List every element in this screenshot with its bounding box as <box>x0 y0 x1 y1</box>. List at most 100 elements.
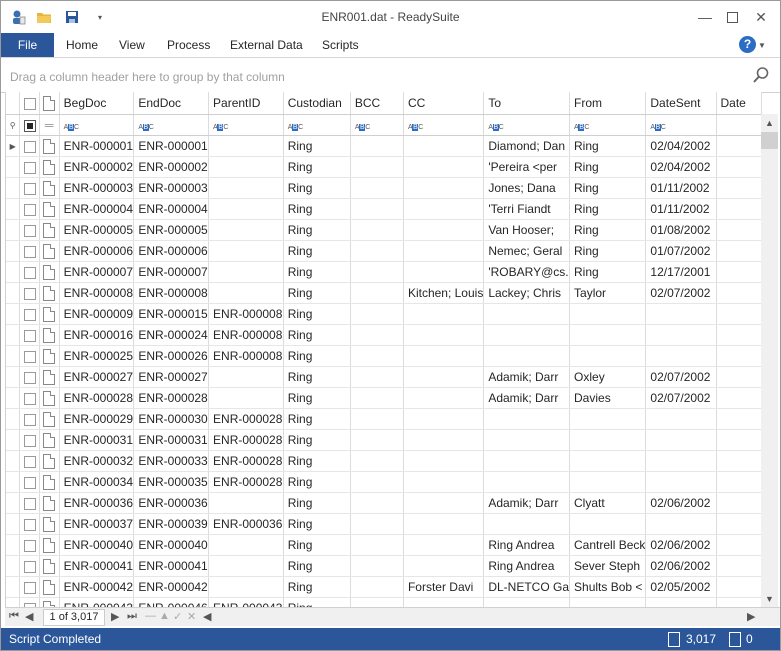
cell-enddoc[interactable]: ENR-000004 <box>133 198 210 220</box>
cell-enddoc[interactable]: ENR-000028 <box>133 387 210 409</box>
cell-begdoc[interactable]: ENR-000029 <box>59 408 135 430</box>
cell-date[interactable] <box>716 534 762 556</box>
table-row[interactable]: ENR-000040 ENR-000040 Ring Ring Andrea Cantr… <box>6 534 762 556</box>
scroll-down-icon[interactable]: ▼ <box>761 591 778 607</box>
cell-begdoc[interactable]: ENR-000031 <box>59 429 135 451</box>
last-record-icon[interactable]: ⏭ <box>127 610 137 623</box>
document-icon[interactable] <box>39 240 60 262</box>
cell-to[interactable]: DL-NETCO Ga <box>483 576 571 598</box>
cell-cc[interactable] <box>403 408 485 430</box>
cell-enddoc[interactable]: ENR-000005 <box>133 219 210 241</box>
select-all-checkbox[interactable] <box>19 92 40 115</box>
filter-cell-parentid[interactable]: ABC <box>208 114 284 136</box>
column-header-custodian[interactable]: Custodian <box>283 92 351 115</box>
cell-from[interactable] <box>569 324 647 346</box>
scroll-right-icon[interactable]: ▶ <box>747 610 755 623</box>
document-icon[interactable] <box>39 387 60 409</box>
cell-begdoc[interactable]: ENR-000034 <box>59 471 135 493</box>
cell-enddoc[interactable]: ENR-000033 <box>133 450 210 472</box>
document-icon[interactable] <box>39 198 60 220</box>
data-grid[interactable]: BegDoc EndDoc ParentID Custodian BCC CC … <box>5 92 762 607</box>
cell-date[interactable] <box>716 555 762 577</box>
tab-process[interactable]: Process <box>167 33 210 57</box>
row-checkbox[interactable] <box>19 282 40 304</box>
cell-cc[interactable] <box>403 366 485 388</box>
cell-to[interactable]: Ring Andrea <box>483 555 571 577</box>
cell-datesent[interactable]: 02/07/2002 <box>645 387 717 409</box>
cell-to[interactable] <box>483 471 571 493</box>
column-header-cc[interactable]: CC <box>403 92 485 115</box>
cell-cc[interactable] <box>403 555 485 577</box>
cell-begdoc[interactable]: ENR-000006 <box>59 240 135 262</box>
cell-date[interactable] <box>716 576 762 598</box>
table-row[interactable]: ENR-000037 ENR-000039 ENR-000036 Ring <box>6 513 762 535</box>
cell-datesent[interactable]: 01/11/2002 <box>645 198 717 220</box>
vertical-scroll-thumb[interactable] <box>761 132 778 149</box>
cell-date[interactable] <box>716 408 762 430</box>
cell-enddoc[interactable]: ENR-000041 <box>133 555 210 577</box>
cell-parentid[interactable]: ENR-000028 <box>208 471 284 493</box>
table-row[interactable]: ENR-000003 ENR-000003 Ring Jones; Dana Ring 0… <box>6 177 762 199</box>
cell-from[interactable]: Ring <box>569 177 647 199</box>
cell-datesent[interactable]: 02/04/2002 <box>645 156 717 178</box>
row-checkbox[interactable] <box>19 492 40 514</box>
document-icon[interactable] <box>39 513 60 535</box>
column-header-datesent[interactable]: DateSent <box>645 92 717 115</box>
document-icon[interactable] <box>39 177 60 199</box>
cell-from[interactable]: Shults Bob < <box>569 576 647 598</box>
cell-custodian[interactable]: Ring <box>283 177 351 199</box>
tab-external-data[interactable]: External Data <box>230 33 303 57</box>
document-icon[interactable] <box>39 576 60 598</box>
previous-record-icon[interactable]: ◀ <box>25 610 33 623</box>
table-row[interactable]: ENR-000002 ENR-000002 Ring 'Pereira <per Rin… <box>6 156 762 178</box>
filter-cell-from[interactable]: ABC <box>569 114 647 136</box>
row-checkbox[interactable] <box>19 555 40 577</box>
document-icon[interactable] <box>39 597 60 607</box>
column-header-date[interactable]: Date <box>716 92 762 115</box>
row-checkbox[interactable] <box>19 345 40 367</box>
cell-parentid[interactable] <box>208 156 284 178</box>
cell-bcc[interactable] <box>350 534 404 556</box>
tab-scripts[interactable]: Scripts <box>322 33 359 57</box>
cell-from[interactable]: Sever Steph <box>569 555 647 577</box>
cancel-edit-icon[interactable]: ✕ <box>187 610 196 623</box>
cell-custodian[interactable]: Ring <box>283 345 351 367</box>
cell-datesent[interactable]: 02/04/2002 <box>645 135 717 157</box>
row-checkbox[interactable] <box>19 450 40 472</box>
cell-cc[interactable] <box>403 156 485 178</box>
document-icon[interactable] <box>39 261 60 283</box>
cell-date[interactable] <box>716 492 762 514</box>
cell-bcc[interactable] <box>350 324 404 346</box>
cell-custodian[interactable]: Ring <box>283 492 351 514</box>
cell-to[interactable]: Ring Andrea <box>483 534 571 556</box>
table-row[interactable]: ENR-000016 ENR-000024 ENR-000008 Ring <box>6 324 762 346</box>
document-icon[interactable] <box>39 135 60 157</box>
cell-enddoc[interactable]: ENR-000031 <box>133 429 210 451</box>
cell-begdoc[interactable]: ENR-000003 <box>59 177 135 199</box>
cell-date[interactable] <box>716 429 762 451</box>
cell-date[interactable] <box>716 261 762 283</box>
accept-edit-icon[interactable]: ✓ <box>173 610 182 623</box>
table-row[interactable]: ENR-000005 ENR-000005 Ring Van Hooser; Ring 0… <box>6 219 762 241</box>
cell-to[interactable]: Lackey; Chris <box>483 282 571 304</box>
cell-enddoc[interactable]: ENR-000035 <box>133 471 210 493</box>
cell-date[interactable] <box>716 450 762 472</box>
row-checkbox[interactable] <box>19 576 40 598</box>
cell-datesent[interactable] <box>645 450 717 472</box>
cell-to[interactable]: Adamik; Darr <box>483 366 571 388</box>
minimize-icon[interactable]: — <box>692 7 718 27</box>
row-checkbox[interactable] <box>19 534 40 556</box>
row-checkbox[interactable] <box>19 429 40 451</box>
row-checkbox[interactable] <box>19 366 40 388</box>
document-icon[interactable] <box>39 555 60 577</box>
cell-date[interactable] <box>716 366 762 388</box>
table-row[interactable]: ENR-000042 ENR-000042 Ring Forster Davi DL-N… <box>6 576 762 598</box>
column-header-to[interactable]: To <box>483 92 571 115</box>
cell-datesent[interactable] <box>645 429 717 451</box>
help-icon[interactable]: ? <box>739 36 756 53</box>
cell-to[interactable]: Nemec; Geral <box>483 240 571 262</box>
cell-enddoc[interactable]: ENR-000008 <box>133 282 210 304</box>
cell-from[interactable]: Ring <box>569 240 647 262</box>
cell-cc[interactable] <box>403 240 485 262</box>
tab-view[interactable]: View <box>119 33 145 57</box>
